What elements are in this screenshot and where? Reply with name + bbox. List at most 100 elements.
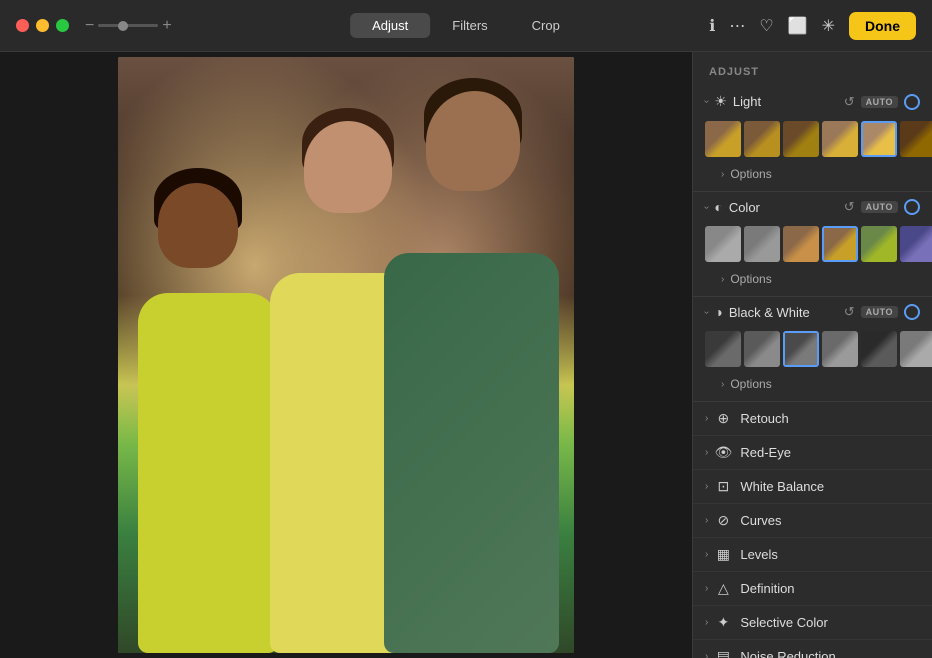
retouch-label: Retouch [740, 411, 788, 426]
color-thumb-1[interactable] [744, 226, 780, 262]
zoom-plus-icon[interactable]: + [162, 17, 171, 35]
bw-options-label: Options [730, 377, 771, 391]
light-thumb-2[interactable] [783, 121, 819, 157]
light-options-label: Options [730, 167, 771, 181]
definition-icon: △ [714, 580, 732, 597]
light-sun-icon: ☀ [714, 93, 727, 110]
definition-label: Definition [740, 581, 794, 596]
list-item-levels[interactable]: › ▦ Levels [693, 538, 932, 572]
bw-thumb-1[interactable] [744, 331, 780, 367]
light-chevron-icon: › [701, 100, 712, 103]
traffic-lights [16, 19, 69, 32]
done-button[interactable]: Done [849, 12, 916, 40]
section-color-header[interactable]: › ◐ Color ↺ AUTO [693, 192, 932, 222]
photo-image [118, 57, 574, 653]
color-thumb-4[interactable] [861, 226, 897, 262]
selective-color-chevron-icon: › [705, 617, 708, 628]
titlebar: − + Adjust Filters Crop ℹ ⋯ ♡ ⬜ ✳ Done [0, 0, 932, 52]
bw-thumb-0[interactable] [705, 331, 741, 367]
tab-crop[interactable]: Crop [510, 13, 582, 38]
bw-thumb-2[interactable] [783, 331, 819, 367]
levels-label: Levels [740, 547, 778, 562]
minimize-button[interactable] [36, 19, 49, 32]
color-thumbnails [693, 222, 932, 270]
bw-chevron-icon: › [701, 310, 712, 313]
zoom-slider[interactable] [98, 24, 158, 27]
bw-reset-icon[interactable]: ↺ [844, 304, 855, 320]
list-item-retouch[interactable]: › ⊕ Retouch [693, 402, 932, 436]
section-bw: › ◑ Black & White ↺ AUTO › Options [693, 297, 932, 402]
light-thumb-4[interactable] [861, 121, 897, 157]
color-thumb-2[interactable] [783, 226, 819, 262]
retouch-icon: ⊕ [714, 410, 732, 427]
bw-circle-icon: ◑ [714, 304, 722, 320]
red-eye-chevron-icon: › [705, 447, 708, 458]
crop-icon-button[interactable]: ⬜ [788, 16, 808, 36]
color-circle-icon: ◐ [714, 199, 722, 215]
noise-reduction-chevron-icon: › [705, 651, 708, 658]
color-thumb-0[interactable] [705, 226, 741, 262]
info-button[interactable]: ℹ [709, 16, 715, 36]
tab-adjust[interactable]: Adjust [350, 13, 430, 38]
color-toggle[interactable] [904, 199, 920, 215]
favorite-button[interactable]: ♡ [759, 16, 773, 36]
bw-options-chevron-icon: › [721, 379, 724, 390]
light-auto-button[interactable]: AUTO [861, 96, 898, 108]
fullscreen-button[interactable] [56, 19, 69, 32]
retouch-chevron-icon: › [705, 413, 708, 424]
color-auto-button[interactable]: AUTO [861, 201, 898, 213]
tab-filters[interactable]: Filters [430, 13, 509, 38]
bw-options-row[interactable]: › Options [693, 375, 932, 397]
section-bw-header[interactable]: › ◑ Black & White ↺ AUTO [693, 297, 932, 327]
red-eye-label: Red-Eye [740, 445, 791, 460]
list-item-definition[interactable]: › △ Definition [693, 572, 932, 606]
zoom-control: − + [85, 17, 172, 35]
light-thumb-1[interactable] [744, 121, 780, 157]
color-reset-icon[interactable]: ↺ [844, 199, 855, 215]
bw-thumbnails [693, 327, 932, 375]
zoom-minus-icon[interactable]: − [85, 17, 94, 35]
light-thumb-0[interactable] [705, 121, 741, 157]
noise-reduction-icon: ▤ [714, 648, 732, 658]
person-right [374, 63, 574, 653]
right-panel: ADJUST › ☀ Light ↺ AUTO [692, 52, 932, 658]
list-item-curves[interactable]: › ⊘ Curves [693, 504, 932, 538]
panel-title: ADJUST [693, 52, 932, 86]
light-thumb-5[interactable] [900, 121, 932, 157]
light-toggle[interactable] [904, 94, 920, 110]
bw-actions: ↺ AUTO [844, 304, 920, 320]
bw-thumb-5[interactable] [900, 331, 932, 367]
light-options-row[interactable]: › Options [693, 165, 932, 187]
color-options-chevron-icon: › [721, 274, 724, 285]
selective-color-icon: ✦ [714, 614, 732, 631]
section-light-header[interactable]: › ☀ Light ↺ AUTO [693, 86, 932, 117]
noise-reduction-label: Noise Reduction [740, 649, 835, 658]
white-balance-chevron-icon: › [705, 481, 708, 492]
section-color: › ◐ Color ↺ AUTO › Options [693, 192, 932, 297]
color-chevron-icon: › [701, 205, 712, 208]
bw-toggle[interactable] [904, 304, 920, 320]
color-thumb-5[interactable] [900, 226, 932, 262]
list-item-noise-reduction[interactable]: › ▤ Noise Reduction [693, 640, 932, 658]
levels-chevron-icon: › [705, 549, 708, 560]
more-button[interactable]: ⋯ [729, 16, 745, 36]
color-label: Color [729, 200, 844, 215]
magic-button[interactable]: ✳ [822, 16, 835, 36]
light-thumb-3[interactable] [822, 121, 858, 157]
light-actions: ↺ AUTO [844, 94, 920, 110]
list-item-selective-color[interactable]: › ✦ Selective Color [693, 606, 932, 640]
white-balance-icon: ⊡ [714, 478, 732, 495]
light-label: Light [733, 94, 844, 109]
selective-color-label: Selective Color [740, 615, 827, 630]
bw-thumb-3[interactable] [822, 331, 858, 367]
list-item-white-balance[interactable]: › ⊡ White Balance [693, 470, 932, 504]
light-reset-icon[interactable]: ↺ [844, 94, 855, 110]
bw-thumb-4[interactable] [861, 331, 897, 367]
close-button[interactable] [16, 19, 29, 32]
color-options-row[interactable]: › Options [693, 270, 932, 292]
levels-icon: ▦ [714, 546, 732, 563]
bw-auto-button[interactable]: AUTO [861, 306, 898, 318]
list-item-red-eye[interactable]: › 👁 Red-Eye [693, 436, 932, 470]
color-thumb-3[interactable] [822, 226, 858, 262]
bw-label: Black & White [729, 305, 844, 320]
